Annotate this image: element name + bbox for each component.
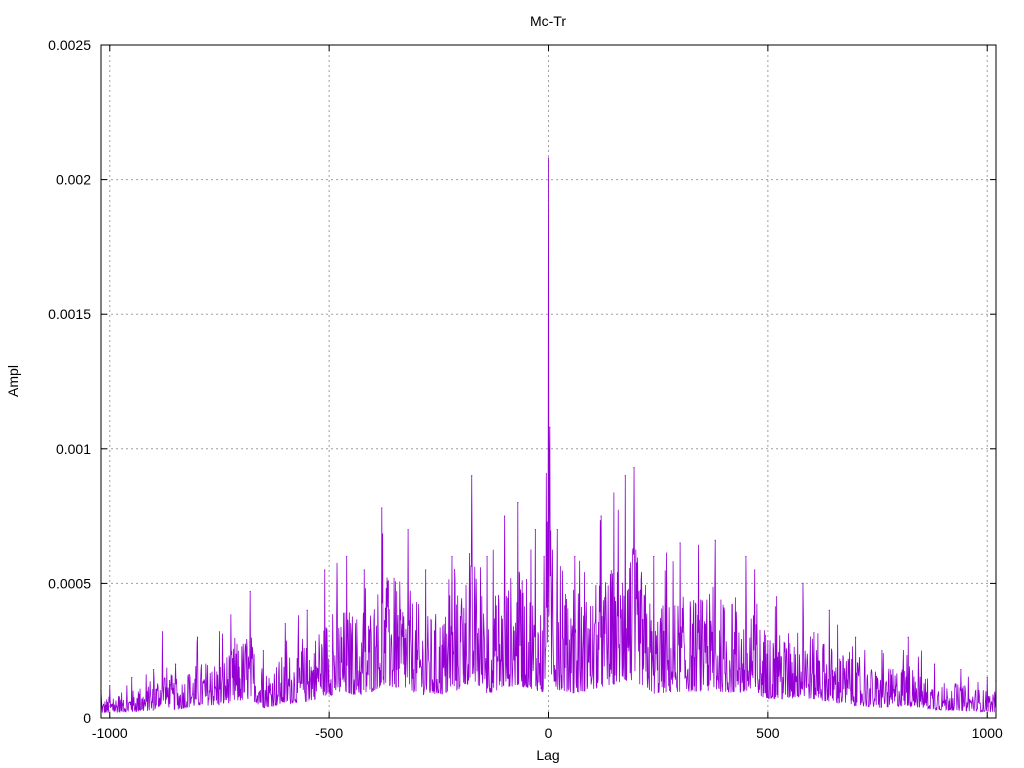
series-point [486, 555, 488, 558]
y-tick-label: 0.0025 [48, 37, 91, 53]
series-point [218, 631, 221, 633]
x-tick-label: 0 [545, 725, 553, 741]
series-point [624, 475, 626, 477]
series-point [754, 569, 756, 571]
y-axis-label: Ampl [5, 365, 21, 397]
x-tick-label: -500 [315, 725, 343, 741]
series-point [855, 636, 857, 638]
y-tick-label: 0.0005 [48, 575, 91, 591]
series-point [262, 650, 264, 652]
series-point [324, 569, 326, 571]
x-axis-label: Lag [536, 747, 559, 763]
series-point [933, 663, 936, 665]
series-point [633, 467, 635, 469]
series-point [802, 582, 804, 585]
series-point [543, 555, 545, 558]
series-point [549, 426, 551, 428]
series-point [109, 685, 111, 687]
series-point [517, 502, 519, 504]
series-point [471, 475, 473, 477]
series-point [679, 542, 681, 544]
series-point [960, 668, 962, 671]
series-point [828, 609, 830, 611]
series-point [881, 650, 883, 652]
x-tick-label: -1000 [92, 725, 128, 741]
x-tick-label: 1000 [972, 725, 1003, 741]
series-point [907, 636, 909, 638]
series-point [161, 631, 164, 633]
series-point [714, 539, 716, 541]
y-tick-label: 0 [83, 710, 91, 726]
series-point [653, 555, 655, 558]
series-point [504, 515, 506, 517]
series-point [451, 555, 453, 558]
series-point [407, 528, 409, 531]
series-point [745, 555, 747, 558]
series-point [556, 528, 558, 531]
series-point [196, 636, 199, 638]
series-point [153, 668, 155, 671]
chart-title: Mc-Tr [530, 13, 566, 29]
y-tick-label: 0.001 [56, 441, 91, 457]
series-point [381, 507, 383, 509]
chart-svg: -1000 -500 0 500 1000 0 0.0005 0.001 0.0015 0.002… [0, 0, 1024, 768]
series-point [776, 596, 778, 598]
x-tick-label: 500 [756, 725, 780, 741]
series-point [600, 515, 602, 517]
series-point [306, 609, 308, 611]
series-point [534, 528, 536, 531]
series-point [174, 663, 177, 665]
series-point [363, 569, 365, 571]
y-tick-label: 0.002 [56, 172, 91, 188]
series-point [547, 157, 550, 159]
series-point [249, 590, 251, 593]
series-point [425, 569, 427, 571]
series-point [284, 623, 286, 625]
series-point [574, 555, 576, 558]
series-point [346, 555, 348, 558]
series-point [986, 677, 988, 679]
series-point [131, 677, 133, 679]
y-tick-label: 0.0015 [48, 306, 91, 322]
